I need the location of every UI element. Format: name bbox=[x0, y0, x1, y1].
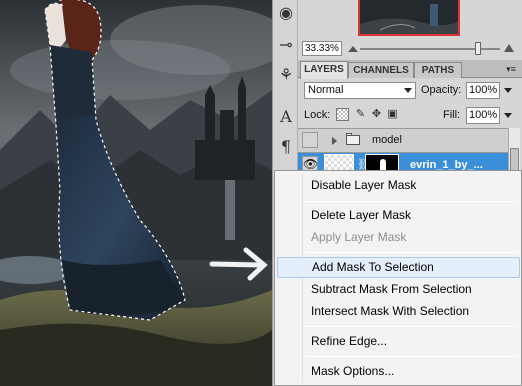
tab-paths[interactable]: PATHS bbox=[414, 62, 462, 78]
zoom-out-icon[interactable] bbox=[348, 46, 358, 52]
fill-field[interactable]: 100% bbox=[466, 107, 500, 124]
menu-item-disable-layer-mask[interactable]: Disable Layer Mask bbox=[277, 175, 520, 196]
zoom-in-icon[interactable] bbox=[504, 44, 514, 52]
brush-pair-icon[interactable]: ⚘ bbox=[276, 64, 296, 84]
menu-item-apply-layer-mask[interactable]: Apply Layer Mask bbox=[277, 227, 520, 248]
layer-mask-context-menu: Disable Layer Mask Delete Layer Mask App… bbox=[274, 170, 522, 386]
menu-separator bbox=[305, 252, 517, 253]
artwork bbox=[0, 0, 272, 386]
zoom-field[interactable]: 33.33% bbox=[302, 41, 342, 56]
eye-ring-icon[interactable]: ◉ bbox=[276, 2, 296, 22]
menu-item-intersect-mask-with-selection[interactable]: Intersect Mask With Selection bbox=[277, 301, 520, 322]
paragraph-icon[interactable]: ¶ bbox=[276, 136, 296, 156]
opacity-label: Opacity: bbox=[421, 84, 462, 96]
panel-tabs: LAYERS CHANNELS PATHS ▾≡ bbox=[298, 60, 522, 79]
menu-item-subtract-mask-from-selection[interactable]: Subtract Mask From Selection bbox=[277, 279, 520, 300]
fill-label: Fill: bbox=[443, 109, 461, 121]
lock-all-icon[interactable]: ▣ bbox=[386, 108, 399, 121]
measure-icon[interactable]: ⊸ bbox=[276, 34, 296, 54]
chevron-down-icon bbox=[404, 88, 412, 93]
type-icon[interactable]: A bbox=[276, 106, 296, 126]
opacity-dropdown-icon[interactable] bbox=[504, 88, 512, 93]
navigator-preview[interactable] bbox=[358, 0, 460, 36]
visibility-toggle[interactable] bbox=[302, 132, 318, 148]
lock-transparency-icon[interactable] bbox=[336, 108, 349, 121]
lock-label: Lock: bbox=[304, 109, 331, 121]
blend-mode-value: Normal bbox=[308, 84, 344, 96]
lock-row: Lock: ✎ ✥ ▣ Fill: 100% bbox=[298, 106, 522, 124]
folder-icon bbox=[346, 135, 360, 145]
layer-name: model bbox=[372, 134, 402, 146]
layer-row-model[interactable]: model bbox=[298, 129, 508, 153]
opacity-field[interactable]: 100% bbox=[466, 82, 500, 99]
menu-item-add-mask-to-selection[interactable]: Add Mask To Selection bbox=[277, 257, 520, 278]
menu-separator bbox=[305, 326, 517, 327]
tab-channels[interactable]: CHANNELS bbox=[348, 62, 414, 78]
zoom-slider-thumb[interactable] bbox=[475, 42, 482, 55]
lock-move-icon[interactable]: ✥ bbox=[370, 108, 383, 121]
navigator-zoom-row: 33.33% bbox=[298, 40, 522, 58]
expand-triangle-icon[interactable] bbox=[332, 137, 337, 145]
menu-item-refine-edge[interactable]: Refine Edge... bbox=[277, 331, 520, 352]
tab-layers[interactable]: LAYERS bbox=[300, 61, 348, 79]
panel-menu-icon[interactable]: ▾≡ bbox=[504, 63, 518, 75]
menu-separator bbox=[305, 356, 517, 357]
blend-mode-select[interactable]: Normal bbox=[304, 82, 416, 99]
fill-dropdown-icon[interactable] bbox=[504, 113, 512, 118]
menu-separator bbox=[305, 201, 517, 202]
menu-item-delete-layer-mask[interactable]: Delete Layer Mask bbox=[277, 205, 520, 226]
lock-brush-icon[interactable]: ✎ bbox=[354, 108, 367, 121]
menu-item-mask-options[interactable]: Mask Options... bbox=[277, 361, 520, 382]
document-canvas[interactable] bbox=[0, 0, 272, 386]
